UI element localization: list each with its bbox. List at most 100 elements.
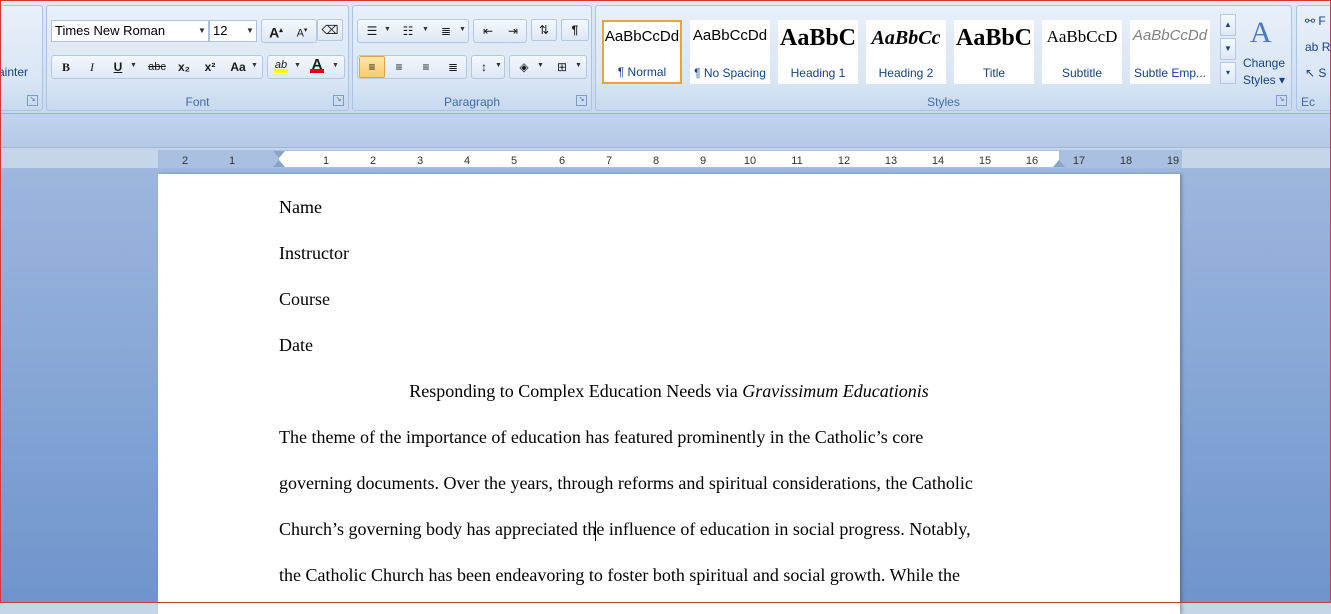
chevron-down-icon[interactable]: ▼ [422, 26, 429, 33]
style-heading-2[interactable]: AaBbCc Heading 2 [866, 20, 946, 84]
chevron-down-icon[interactable]: ▼ [251, 62, 258, 69]
ruler-tick: 19 [1166, 155, 1180, 167]
style-preview: AaBbC [779, 25, 857, 51]
borders-icon[interactable]: ⊞ [550, 56, 574, 78]
ruler-tick: 16 [1025, 155, 1039, 167]
font-name-combobox[interactable]: Times New Roman ▼ [51, 20, 209, 42]
ruler-tick: 13 [884, 155, 898, 167]
styles-more-icon[interactable]: ▾ [1220, 62, 1236, 84]
ruler-tick: 2 [181, 155, 189, 167]
doc-line-course[interactable]: Course [279, 289, 330, 310]
multilevel-list-icon[interactable]: ≣ [434, 20, 458, 42]
strikethrough-button[interactable]: abc [144, 56, 170, 78]
change-styles-icon: A [1250, 16, 1272, 49]
chevron-down-icon[interactable]: ▼ [196, 21, 208, 41]
align-right-icon[interactable]: ≡ [413, 56, 439, 78]
ruler-left-margin [159, 151, 279, 167]
replace-icon: ab [1305, 40, 1319, 54]
increase-indent-icon[interactable]: ⇥ [501, 20, 525, 42]
style-subtitle[interactable]: AaBbCcD Subtitle [1042, 20, 1122, 84]
text-highlight-button[interactable]: ab [270, 54, 292, 76]
change-styles-button[interactable]: A Change Styles ▾ [1238, 16, 1290, 92]
font-color-button[interactable]: A [306, 54, 328, 76]
doc-line-name[interactable]: Name [279, 197, 322, 218]
chevron-down-icon[interactable]: ▼ [130, 62, 137, 69]
align-center-icon[interactable]: ≡ [386, 56, 412, 78]
superscript-button[interactable]: x² [198, 56, 222, 78]
chevron-down-icon[interactable]: ▼ [537, 62, 544, 69]
doc-body-line-2[interactable]: governing documents. Over the years, thr… [279, 473, 973, 494]
sort-icon: ⇅ [538, 23, 550, 37]
doc-body-line-1[interactable]: The theme of the importance of education… [279, 427, 923, 448]
justify-icon[interactable]: ≣ [440, 56, 466, 78]
bullets-icon[interactable]: ☰ [360, 20, 384, 42]
line-spacing-row: ↕ ▼ [471, 55, 505, 79]
horizontal-ruler[interactable]: 2 1 1 2 3 4 5 6 7 8 9 10 11 12 13 14 15 … [158, 150, 1182, 168]
ruler-tick: 7 [605, 155, 613, 167]
chevron-down-icon[interactable]: ▼ [332, 62, 339, 69]
underline-button[interactable]: U [106, 56, 130, 78]
ruler-tick: 18 [1119, 155, 1133, 167]
italic-button[interactable]: I [80, 56, 104, 78]
ruler-tick: 10 [743, 155, 757, 167]
doc-line-instructor[interactable]: Instructor [279, 243, 349, 264]
bold-button[interactable]: B [54, 56, 78, 78]
replace-button[interactable]: ab R [1305, 40, 1330, 54]
doc-title[interactable]: Responding to Complex Education Needs vi… [279, 381, 1059, 402]
clear-formatting-button[interactable]: ⌫ [317, 19, 343, 41]
doc-body-line-3[interactable]: Church’s governing body has appreciated … [279, 519, 971, 540]
doc-body-line-4[interactable]: the Catholic Church has been endeavoring… [279, 565, 960, 586]
font-group: Times New Roman ▼ 12 ▼ A▴ A▾ ⌫ B I U ▼ a… [46, 5, 349, 111]
decrease-indent-icon[interactable]: ⇤ [476, 20, 500, 42]
style-name: ¶ No Spacing [694, 66, 766, 80]
font-size-combobox[interactable]: 12 ▼ [209, 20, 257, 42]
chevron-down-icon[interactable]: ▼ [244, 21, 256, 41]
line-spacing-icon[interactable]: ↕ [474, 56, 494, 78]
styles-scroll-down-icon[interactable]: ▼ [1220, 38, 1236, 60]
style-no-spacing[interactable]: AaBbCcDd ¶ No Spacing [690, 20, 770, 84]
style-title[interactable]: AaBbC Title [954, 20, 1034, 84]
find-button[interactable]: ⚯ F [1305, 14, 1326, 28]
shading-icon[interactable]: ◈ [512, 56, 536, 78]
color-row: ab ▼ A ▼ [267, 55, 345, 79]
style-preview: AaBbCcDd [1132, 27, 1208, 44]
right-indent-icon[interactable] [1053, 160, 1065, 167]
format-painter-button[interactable]: ainter [0, 65, 28, 79]
eraser-icon: ⌫ [321, 23, 339, 37]
doc-line-date[interactable]: Date [279, 335, 313, 356]
doc-title-italic: Gravissimum Educationis [742, 381, 929, 401]
style-normal[interactable]: AaBbCcDd ¶ Normal [602, 20, 682, 84]
style-name: Subtitle [1061, 66, 1103, 80]
style-preview: AaBbC [955, 25, 1033, 51]
align-left-icon[interactable]: ≡ [359, 56, 385, 78]
sort-button[interactable]: ⇅ [531, 19, 557, 41]
change-case-button[interactable]: Aa [226, 56, 250, 78]
font-launcher-icon[interactable]: ↘ [333, 95, 344, 106]
style-heading-1[interactable]: AaBbC Heading 1 [778, 20, 858, 84]
chevron-down-icon[interactable]: ▼ [384, 26, 391, 33]
chevron-down-icon[interactable]: ▼ [459, 26, 466, 33]
style-preview: AaBbCcDd [604, 28, 680, 45]
styles-launcher-icon[interactable]: ↘ [1276, 95, 1287, 106]
styles-group: AaBbCcDd ¶ Normal AaBbCcDd ¶ No Spacing … [595, 5, 1292, 111]
hanging-indent-icon[interactable] [273, 160, 285, 167]
show-formatting-button[interactable]: ¶ [561, 19, 589, 41]
select-button[interactable]: ↖ S [1305, 66, 1326, 80]
ruler-tick: 2 [369, 155, 377, 167]
chevron-down-icon[interactable]: ▼ [495, 62, 502, 69]
doc-title-plain: Responding to Complex Education Needs vi… [409, 381, 743, 401]
shrink-font-button[interactable]: A▾ [290, 20, 314, 42]
grow-font-button[interactable]: A▴ [264, 20, 288, 42]
list-row: ☰ ▼ ☷ ▼ ≣ ▼ [357, 19, 469, 43]
style-subtle-emphasis[interactable]: AaBbCcDd Subtle Emp... [1130, 20, 1210, 84]
paragraph-launcher-icon[interactable]: ↘ [576, 95, 587, 106]
style-name: Subtle Emp... [1133, 66, 1207, 80]
clipboard-launcher-icon[interactable]: ↘ [27, 95, 38, 106]
first-line-indent-icon[interactable] [273, 151, 285, 158]
styles-scroll-up-icon[interactable]: ▲ [1220, 14, 1236, 36]
subscript-button[interactable]: x₂ [172, 56, 196, 78]
numbering-icon[interactable]: ☷ [396, 20, 420, 42]
indent-row: ⇤ ⇥ [473, 19, 527, 43]
chevron-down-icon[interactable]: ▼ [575, 62, 582, 69]
chevron-down-icon[interactable]: ▼ [294, 62, 301, 69]
